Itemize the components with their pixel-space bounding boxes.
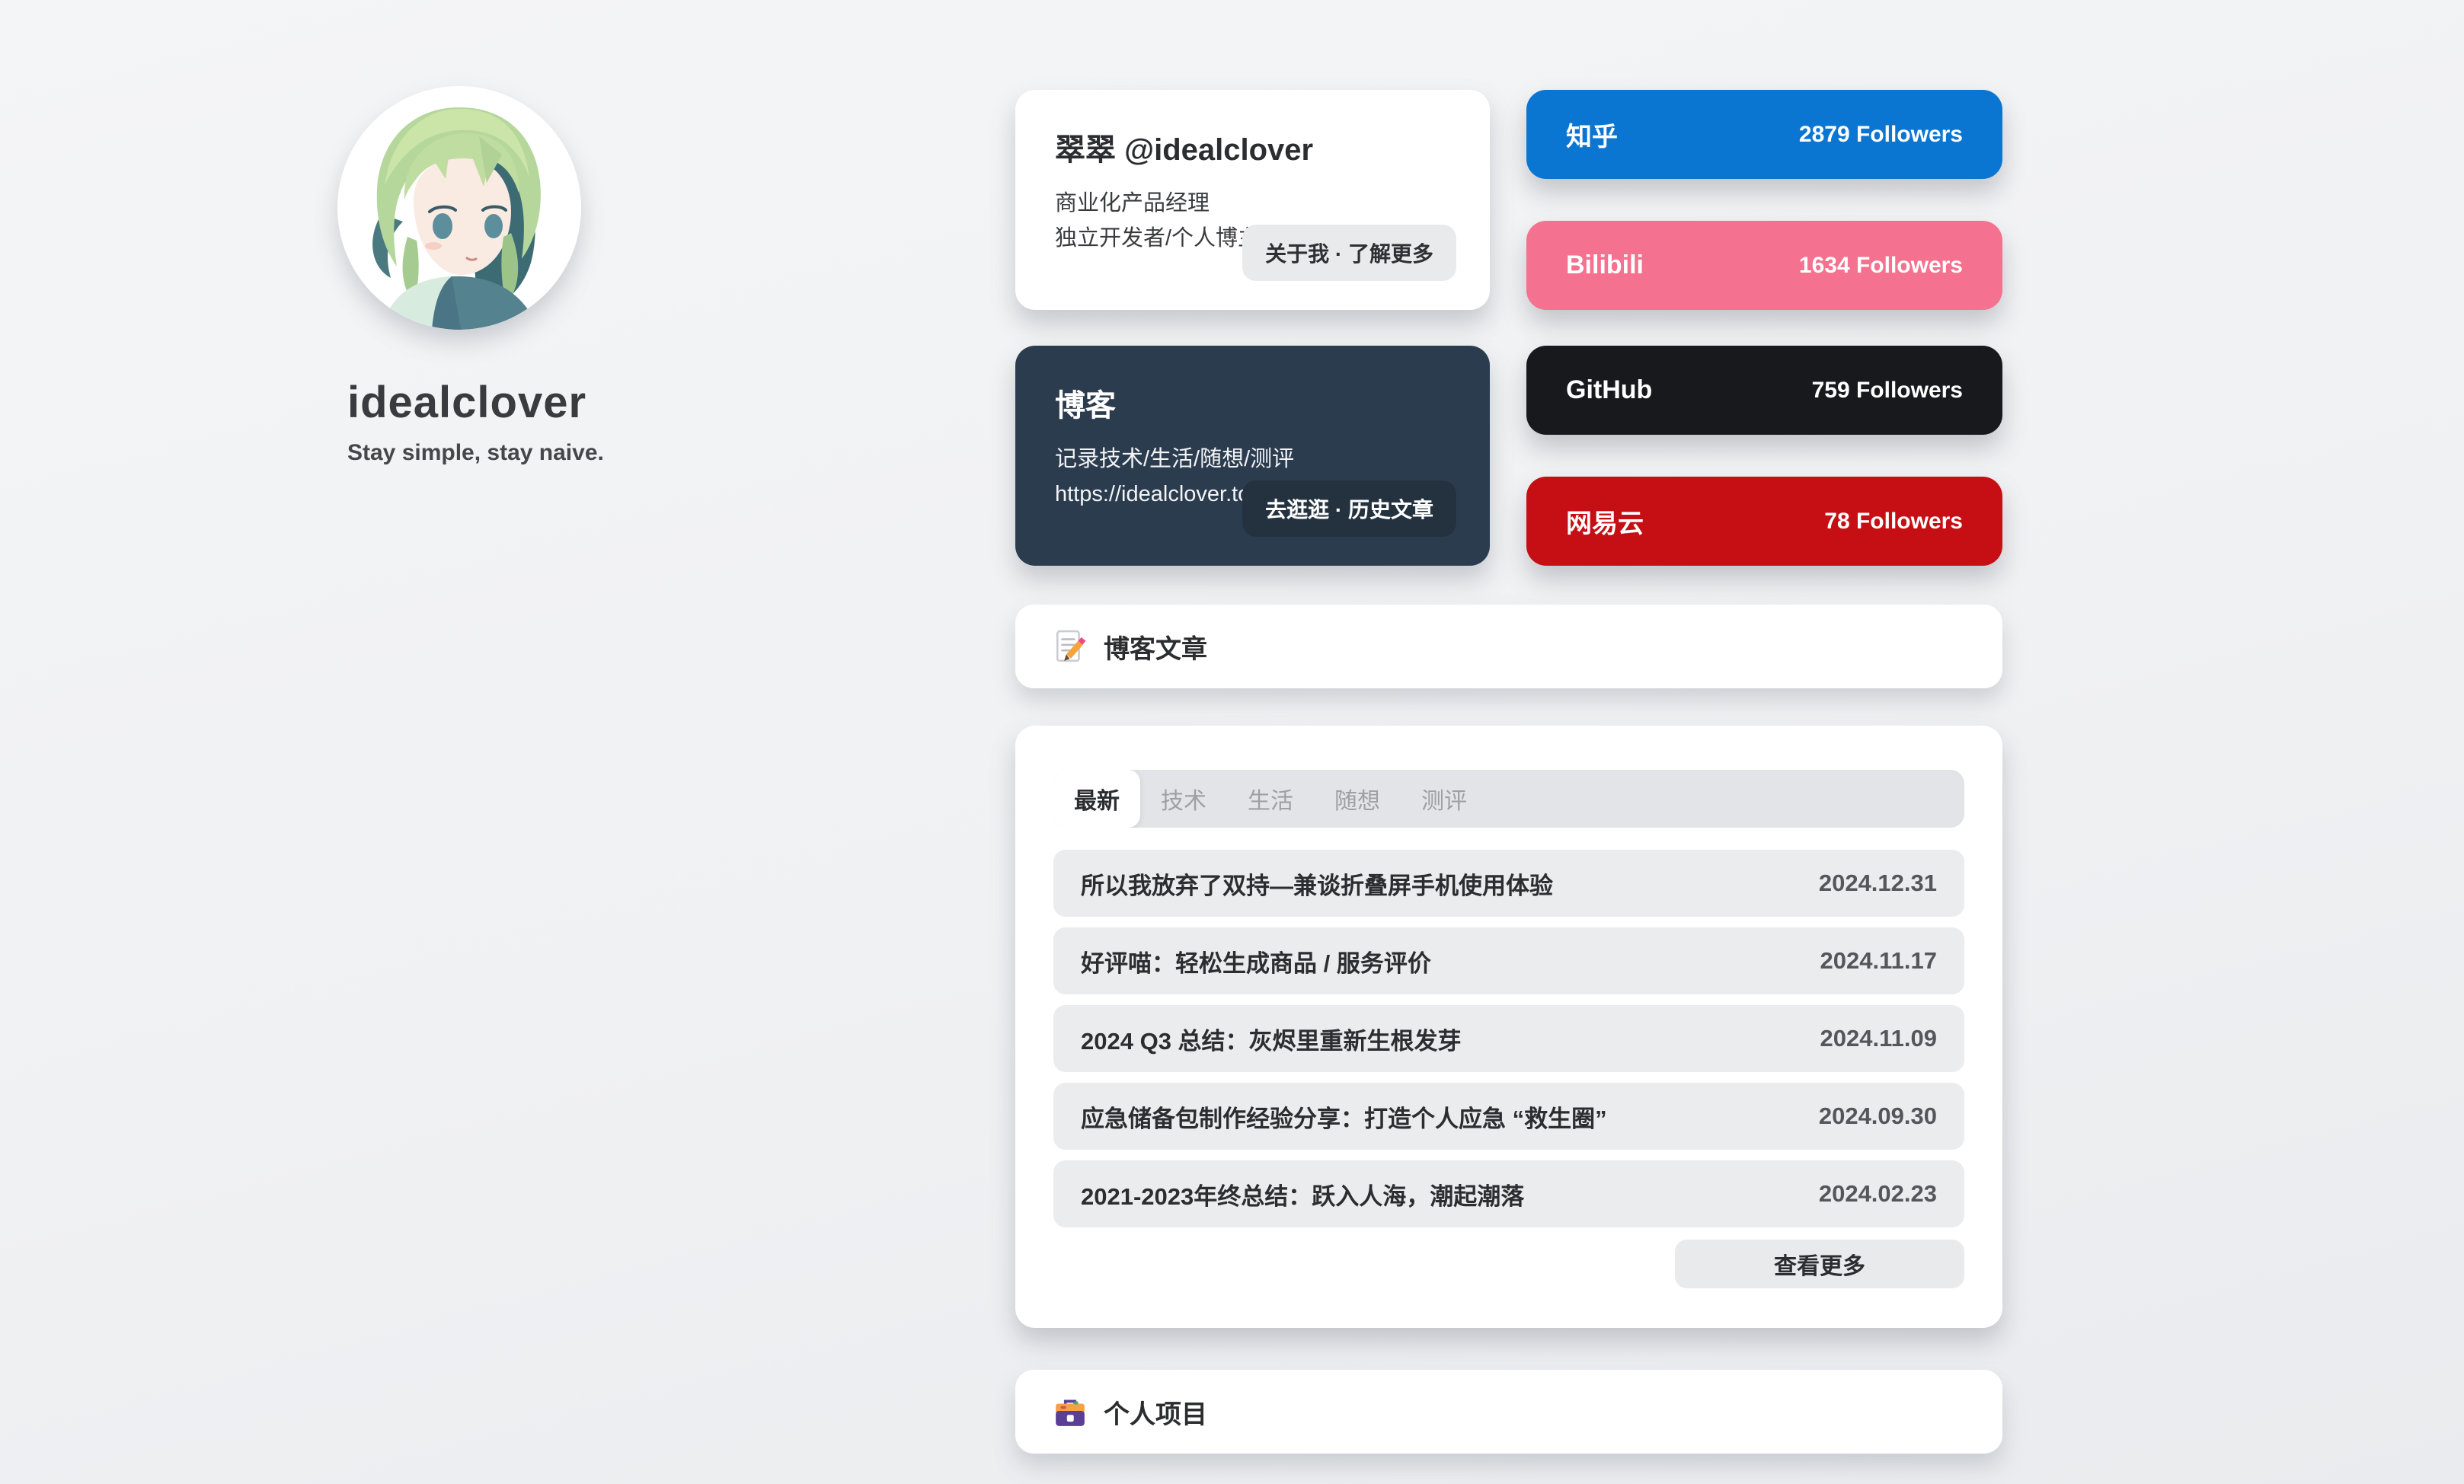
memo-icon [1053, 630, 1087, 663]
social-card-name: GitHub [1566, 375, 1652, 405]
tab-thoughts[interactable]: 随想 [1314, 770, 1401, 828]
article-row[interactable]: 应急储备包制作经验分享：打造个人应急 “救生圈” 2024.09.30 [1053, 1083, 1964, 1150]
article-date: 2024.11.17 [1820, 947, 1937, 975]
tab-latest[interactable]: 最新 [1053, 770, 1140, 828]
article-title: 2021-2023年终总结：跃入人海，潮起潮落 [1081, 1177, 1524, 1211]
social-stack-bottom: GitHub 759 Followers 网易云 78 Followers [1526, 346, 2002, 566]
social-card-followers: 759 Followers [1812, 378, 1963, 404]
article-title: 好评喵：轻松生成商品 / 服务评价 [1081, 944, 1431, 978]
article-title: 所以我放弃了双持—兼谈折叠屏手机使用体验 [1081, 866, 1553, 901]
tab-life[interactable]: 生活 [1227, 770, 1314, 828]
blog-card-title: 博客 [1055, 381, 1450, 425]
article-date: 2024.02.23 [1819, 1180, 1937, 1208]
toolbox-icon [1053, 1395, 1087, 1428]
blog-visit-button[interactable]: 去逛逛 · 历史文章 [1242, 480, 1456, 537]
blog-card: 博客 记录技术/生活/随想/测评 https://idealclover.top… [1015, 346, 1490, 566]
social-card-netease[interactable]: 网易云 78 Followers [1526, 477, 2002, 566]
posts-tabbar: 最新 技术 生活 随想 测评 [1053, 770, 1964, 828]
anime-avatar-illustration [337, 86, 581, 330]
social-card-followers: 1634 Followers [1799, 253, 1963, 279]
page: idealclover Stay simple, stay naive. 翠翠 … [0, 0, 2464, 1484]
article-row[interactable]: 好评喵：轻松生成商品 / 服务评价 2024.11.17 [1053, 927, 1964, 994]
social-card-name: 知乎 [1566, 116, 1618, 153]
about-card-title: 翠翠 @idealclover [1055, 125, 1450, 169]
profile-tagline: Stay simple, stay naive. [347, 440, 916, 466]
section-title: 个人项目 [1104, 1393, 1207, 1431]
second-row: 博客 记录技术/生活/随想/测评 https://idealclover.top… [1015, 346, 2002, 566]
section-blog-posts: 博客文章 [1015, 605, 2002, 688]
view-more-button[interactable]: 查看更多 [1675, 1240, 1964, 1288]
social-card-name: Bilibili [1566, 251, 1644, 280]
article-date: 2024.09.30 [1819, 1103, 1937, 1130]
section-projects: 个人项目 [1015, 1370, 2002, 1454]
about-more-button[interactable]: 关于我 · 了解更多 [1242, 225, 1456, 281]
social-card-zhihu[interactable]: 知乎 2879 Followers [1526, 90, 2002, 179]
article-date: 2024.12.31 [1819, 870, 1937, 897]
article-row[interactable]: 2021-2023年终总结：跃入人海，潮起潮落 2024.02.23 [1053, 1160, 1964, 1227]
top-row: 翠翠 @idealclover 商业化产品经理 独立开发者/个人博主/Vocal… [1015, 90, 2002, 310]
social-card-followers: 78 Followers [1824, 509, 1963, 535]
more-row: 查看更多 [1053, 1240, 1964, 1288]
social-card-followers: 2879 Followers [1799, 122, 1963, 148]
avatar [337, 86, 581, 330]
content-column: 翠翠 @idealclover 商业化产品经理 独立开发者/个人博主/Vocal… [1015, 90, 2002, 1454]
social-card-bilibili[interactable]: Bilibili 1634 Followers [1526, 221, 2002, 310]
article-row[interactable]: 2024 Q3 总结：灰烬里重新生根发芽 2024.11.09 [1053, 1005, 1964, 1072]
article-title: 应急储备包制作经验分享：打造个人应急 “救生圈” [1081, 1099, 1607, 1134]
article-date: 2024.11.09 [1820, 1025, 1937, 1052]
about-card: 翠翠 @idealclover 商业化产品经理 独立开发者/个人博主/Vocal… [1015, 90, 1490, 310]
social-stack-top: 知乎 2879 Followers Bilibili 1634 Follower… [1526, 90, 2002, 310]
page-title: idealclover [347, 377, 916, 428]
blog-card-line: 记录技术/生活/随想/测评 [1055, 442, 1450, 477]
social-card-github[interactable]: GitHub 759 Followers [1526, 346, 2002, 435]
tab-tech[interactable]: 技术 [1140, 770, 1227, 828]
section-title: 博客文章 [1104, 628, 1207, 665]
article-title: 2024 Q3 总结：灰烬里重新生根发芽 [1081, 1022, 1462, 1056]
tab-reviews[interactable]: 测评 [1401, 770, 1488, 828]
article-row[interactable]: 所以我放弃了双持—兼谈折叠屏手机使用体验 2024.12.31 [1053, 850, 1964, 917]
blog-posts-panel: 最新 技术 生活 随想 测评 所以我放弃了双持—兼谈折叠屏手机使用体验 2024… [1015, 726, 2002, 1328]
about-card-line: 商业化产品经理 [1055, 186, 1450, 221]
social-card-name: 网易云 [1566, 503, 1644, 540]
profile-block: idealclover Stay simple, stay naive. [337, 86, 916, 466]
